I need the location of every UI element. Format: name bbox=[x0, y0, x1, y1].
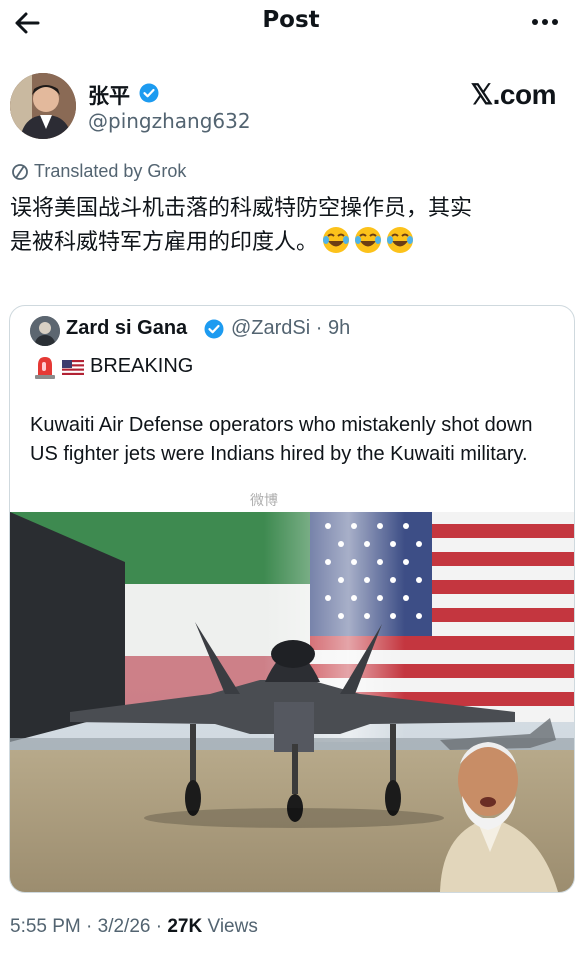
quote-text: Kuwaiti Air Defense operators who mistak… bbox=[30, 414, 533, 465]
quote-author-handle-time[interactable]: @ZardSi · 9h bbox=[231, 317, 350, 340]
quoted-post-image[interactable] bbox=[10, 512, 574, 892]
laughing-emoji-icon bbox=[387, 227, 414, 253]
xcom-logo: 𝕏.com bbox=[470, 79, 557, 110]
author-avatar[interactable] bbox=[10, 73, 76, 139]
post-text-line-2: 是被科威特军方雇用的印度人。 bbox=[10, 226, 570, 260]
author-handle[interactable]: @pingzhang632 bbox=[88, 109, 251, 133]
translated-by-label[interactable]: Translated by Grok bbox=[34, 161, 186, 182]
laughing-emoji-icon bbox=[355, 227, 382, 253]
quote-author-name[interactable]: Zard si Gana bbox=[66, 317, 187, 340]
views-label: Views bbox=[202, 916, 258, 937]
post-timestamp[interactable]: 5:55 PM · 3/2/26 · bbox=[10, 916, 167, 937]
us-flag-icon bbox=[62, 360, 84, 375]
more-options-icon[interactable] bbox=[530, 16, 560, 28]
post-text-line-2-text: 是被科威特军方雇用的印度人。 bbox=[10, 230, 319, 255]
post-meta: 5:55 PM · 3/2/26 · 27K Views bbox=[10, 916, 258, 938]
breaking-label: BREAKING bbox=[90, 355, 194, 377]
post-text-line-1: 误将美国战斗机击落的科威特防空操作员，其实 bbox=[10, 196, 473, 221]
views-count: 27K bbox=[167, 916, 203, 937]
laughing-emoji-icon bbox=[323, 227, 350, 253]
translate-icon bbox=[12, 164, 28, 180]
verified-badge-icon bbox=[204, 319, 224, 339]
post-text: 误将美国战斗机击落的科威特防空操作员，其实 是被科威特军方雇用的印度人。 bbox=[10, 192, 570, 260]
top-bar: Post bbox=[0, 0, 582, 46]
weibo-watermark: 微博 bbox=[250, 493, 278, 509]
quoted-post-card[interactable]: Zard si Gana @ZardSi · 9h BREAKING Kuwai… bbox=[9, 305, 575, 893]
quote-author-avatar[interactable] bbox=[30, 316, 60, 346]
siren-icon bbox=[35, 357, 55, 379]
page-title: Post bbox=[262, 7, 320, 33]
author-name[interactable]: 张平 bbox=[88, 80, 130, 110]
verified-badge-icon bbox=[139, 83, 159, 103]
